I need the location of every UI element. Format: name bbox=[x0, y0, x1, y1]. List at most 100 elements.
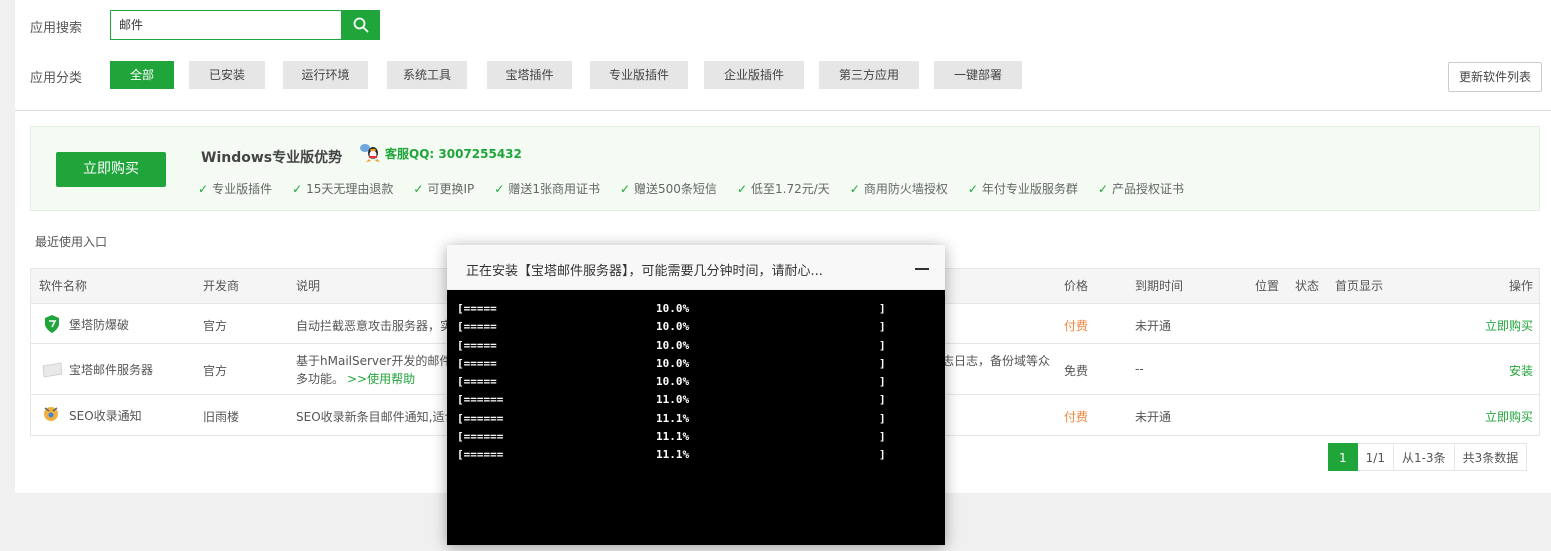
progress-bar-text: [===== bbox=[457, 320, 497, 334]
feature-label: 商用防火墙授权 bbox=[863, 182, 948, 196]
category-enterprise-plugins[interactable]: 企业版插件 bbox=[704, 61, 804, 89]
feature-label: 15天无理由退款 bbox=[306, 182, 394, 196]
feature-label: 低至1.72元/天 bbox=[751, 182, 830, 196]
refresh-list-button[interactable]: 更新软件列表 bbox=[1448, 62, 1542, 92]
page-count: 1/1 bbox=[1357, 443, 1394, 471]
check-icon: ✓ bbox=[292, 181, 303, 196]
feature-item: ✓ 商用防火墙授权 bbox=[850, 180, 948, 197]
progress-bar-text: [====== bbox=[457, 393, 504, 407]
progress-bar-text: [===== bbox=[457, 302, 497, 315]
buy-now-button[interactable]: 立即购买 bbox=[56, 152, 166, 187]
promo-title: Windows专业版优势 bbox=[201, 150, 343, 166]
buy-now-link[interactable]: 立即购买 bbox=[1485, 408, 1533, 425]
progress-bar-text: [====== bbox=[457, 430, 504, 444]
progress-bar-end: ] bbox=[879, 448, 886, 462]
col-description: 说明 bbox=[296, 279, 321, 293]
feature-label: 赠送500条短信 bbox=[634, 182, 717, 196]
qq-contact[interactable]: 客服QQ: 3007255432 bbox=[359, 143, 522, 163]
category-runtime[interactable]: 运行环境 bbox=[283, 61, 368, 89]
progress-percent: 11.1% bbox=[656, 448, 690, 462]
page-total: 共3条数据 bbox=[1454, 443, 1528, 471]
category-label: 应用分类 bbox=[30, 71, 83, 86]
progress-bar-text: [====== bbox=[457, 448, 504, 462]
install-progress-dialog: 正在安装【宝塔邮件服务器】，可能需要几分钟时间，请耐心... [===== 10.… bbox=[447, 245, 945, 545]
col-status: 状态 bbox=[1295, 279, 1320, 293]
check-icon: ✓ bbox=[619, 181, 631, 196]
category-installed[interactable]: 已安装 bbox=[189, 61, 265, 89]
price-badge: 免费 bbox=[1064, 364, 1089, 378]
minimize-icon[interactable] bbox=[915, 268, 929, 270]
description-tail: 志日志，备份域等众 bbox=[942, 354, 1051, 368]
progress-percent: 10.0% bbox=[656, 375, 690, 389]
feature-label: 专业版插件 bbox=[212, 182, 273, 196]
progress-percent: 11.1% bbox=[656, 430, 690, 444]
progress-percent: 10.0% bbox=[656, 338, 690, 352]
help-link[interactable]: >>使用帮助 bbox=[347, 370, 415, 387]
search-button[interactable] bbox=[341, 10, 380, 40]
progress-bar-end: ] bbox=[879, 430, 886, 444]
expire-time: 未开通 bbox=[1135, 410, 1172, 424]
price-badge: 付费 bbox=[1064, 410, 1089, 424]
progress-bar-end: ] bbox=[879, 320, 886, 334]
developer: 旧雨楼 bbox=[203, 410, 240, 424]
feature-item: ✓ 可更换IP bbox=[413, 180, 474, 197]
check-icon: ✓ bbox=[413, 181, 424, 196]
feature-label: 产品授权证书 bbox=[1111, 182, 1184, 196]
progress-bar-text: [===== bbox=[457, 356, 497, 370]
col-action: 操作 bbox=[1509, 279, 1534, 293]
check-icon: ✓ bbox=[967, 181, 978, 196]
pagination: 1 1/1 从1-3条 共3条数据 bbox=[1328, 443, 1528, 471]
category-third-party[interactable]: 第三方应用 bbox=[819, 61, 919, 89]
col-name: 软件名称 bbox=[39, 279, 88, 293]
description-line2: 多功能。 bbox=[296, 372, 345, 386]
search-label: 应用搜索 bbox=[30, 21, 83, 36]
developer: 官方 bbox=[203, 319, 228, 333]
progress-percent: 10.0% bbox=[656, 356, 690, 370]
col-location: 位置 bbox=[1255, 279, 1280, 293]
dialog-title: 正在安装【宝塔邮件服务器】，可能需要几分钟时间，请耐心... bbox=[466, 264, 823, 279]
page-current[interactable]: 1 bbox=[1328, 443, 1358, 471]
description: SEO收录新条目邮件通知,适合 bbox=[296, 410, 457, 424]
developer: 官方 bbox=[203, 364, 228, 378]
feature-item: ✓ 赠送500条短信 bbox=[620, 180, 717, 197]
expire-time: 未开通 bbox=[1135, 319, 1172, 333]
category-system-tools[interactable]: 系统工具 bbox=[387, 61, 467, 89]
install-log-console: [===== 10.0%] [===== 10.0%] [===== 10.0%] [… bbox=[447, 290, 945, 545]
software-name: 宝塔邮件服务器 bbox=[69, 363, 154, 377]
progress-bar-end: ] bbox=[879, 375, 886, 389]
progress-percent: 11.1% bbox=[656, 411, 690, 425]
price-badge: 付费 bbox=[1064, 319, 1089, 333]
search-icon bbox=[353, 17, 368, 33]
search-input[interactable]: 邮件 bbox=[110, 10, 343, 40]
dialog-header: 正在安装【宝塔邮件服务器】，可能需要几分钟时间，请耐心... bbox=[447, 245, 945, 290]
software-name: 堡塔防爆破 bbox=[69, 318, 130, 332]
qq-icon bbox=[360, 144, 380, 162]
category-bt-plugins[interactable]: 宝塔插件 bbox=[487, 61, 572, 89]
divider bbox=[15, 110, 1551, 111]
install-link[interactable]: 安装 bbox=[1509, 362, 1533, 379]
feature-label: 年付专业版服务群 bbox=[981, 182, 1078, 196]
feature-label: 可更换IP bbox=[427, 182, 475, 196]
progress-bar-end: ] bbox=[879, 411, 886, 425]
promo-features: ✓ 专业版插件 ✓ 15天无理由退款 ✓ 可更换IP ✓ 赠送1张商用证书 ✓ 赠送500… bbox=[198, 180, 1204, 197]
feature-item: ✓ 专业版插件 bbox=[198, 180, 272, 197]
check-icon: ✓ bbox=[849, 181, 860, 196]
mail-server-icon bbox=[42, 362, 63, 378]
log-line: [===== 10.0%] bbox=[457, 337, 935, 355]
shield-icon bbox=[45, 315, 59, 333]
category-all[interactable]: 全部 bbox=[110, 61, 174, 89]
progress-bar-text: [===== bbox=[457, 338, 497, 352]
check-icon: ✓ bbox=[736, 181, 747, 196]
feature-label: 赠送1张商用证书 bbox=[508, 182, 600, 196]
category-one-click-deploy[interactable]: 一键部署 bbox=[934, 61, 1022, 89]
feature-item: ✓ 赠送1张商用证书 bbox=[494, 180, 600, 197]
expire-time: -- bbox=[1135, 362, 1144, 376]
progress-percent: 11.0% bbox=[656, 393, 690, 407]
buy-now-link[interactable]: 立即购买 bbox=[1485, 317, 1533, 334]
category-pro-plugins[interactable]: 专业版插件 bbox=[590, 61, 688, 89]
check-icon: ✓ bbox=[494, 181, 505, 196]
software-name: SEO收录通知 bbox=[69, 409, 142, 423]
log-line: [====== 11.1%] bbox=[457, 410, 935, 428]
col-expire: 到期时间 bbox=[1135, 279, 1184, 293]
pro-promo-banner: 立即购买 Windows专业版优势 客服QQ: 3007255432 ✓ 专业版插… bbox=[30, 126, 1540, 211]
